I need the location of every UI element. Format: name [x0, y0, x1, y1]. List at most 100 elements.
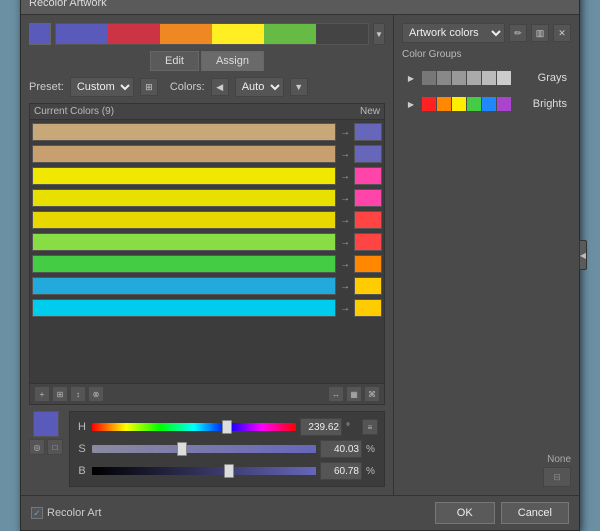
b-row: B 60.78 % [76, 462, 378, 480]
s-value[interactable]: 40.03 [320, 440, 362, 458]
tab-assign[interactable]: Assign [201, 51, 264, 71]
h-value[interactable]: 239.62 [300, 418, 342, 436]
preset-select[interactable]: Custom [70, 77, 134, 97]
preset-icon-btn[interactable]: ⊞ [140, 78, 158, 96]
preview-icons: ◎ □ [29, 439, 63, 455]
colors-icon-btn[interactable]: ▼ [290, 78, 308, 96]
h-unit: ° [346, 422, 358, 433]
bright-swatch-3 [452, 97, 466, 111]
current-bar-5[interactable] [32, 211, 336, 229]
recolor-art-checkbox[interactable]: ✓ [31, 507, 43, 519]
color-row-9: → [32, 298, 382, 318]
gray-swatch-4 [467, 71, 481, 85]
new-box-5[interactable] [354, 211, 382, 229]
preset-row: Preset: Custom ⊞ Colors: ◀ Auto ▼ [29, 77, 385, 97]
link-icon[interactable]: ↔ [328, 386, 344, 402]
hsb-preview-box [33, 411, 59, 437]
bright-swatch-5 [482, 97, 496, 111]
new-box-6[interactable] [354, 233, 382, 251]
new-box-7[interactable] [354, 255, 382, 273]
color-row-8: → [32, 276, 382, 296]
current-bar-3[interactable] [32, 167, 336, 185]
group-grays[interactable]: ▶ Grays [402, 68, 571, 88]
hsb-sliders: H 239.62 ° ≡ S 40.03 [69, 411, 385, 487]
brights-swatches [422, 97, 527, 111]
current-bar-1[interactable] [32, 123, 336, 141]
colors-toolbar: + ⊞ ↕ ⊗ ↔ ▦ ⌘ [30, 383, 384, 404]
new-box-9[interactable] [354, 299, 382, 317]
color-row-1: → [32, 122, 382, 142]
h-label: H [76, 421, 88, 433]
merge-icon[interactable]: ⊗ [88, 386, 104, 402]
current-bar-6[interactable] [32, 233, 336, 251]
reorder-icon[interactable]: ↕ [70, 386, 86, 402]
b-value[interactable]: 60.78 [320, 462, 362, 480]
new-box-8[interactable] [354, 277, 382, 295]
collapse-handle[interactable]: ◀ [579, 240, 587, 270]
new-box-2[interactable] [354, 145, 382, 163]
recolor-artwork-dialog: Recolor Artwork ▼ Edit Assign [20, 0, 580, 531]
b-thumb[interactable] [224, 464, 234, 478]
h-thumb[interactable] [222, 420, 232, 434]
current-bar-7[interactable] [32, 255, 336, 273]
none-box[interactable]: ⊟ [543, 467, 571, 487]
current-colors-label: Current Colors (9) [34, 106, 114, 117]
grid-icon[interactable]: ⊞ [52, 386, 68, 402]
current-bar-2[interactable] [32, 145, 336, 163]
b-slider[interactable] [92, 467, 316, 475]
colors-header: Current Colors (9) New [30, 104, 384, 120]
gray-swatch-5 [482, 71, 496, 85]
bright-swatch-1 [422, 97, 436, 111]
new-box-1[interactable] [354, 123, 382, 141]
strip-seg-6 [316, 24, 368, 44]
right-panel: Artwork colors ✏ ▥ ✕ Color Groups ▶ [394, 15, 579, 495]
toolbar-right-group: ↔ ▦ ⌘ [328, 386, 380, 402]
s-slider[interactable] [92, 445, 316, 453]
none-label: None [547, 454, 571, 465]
artwork-colors-row: Artwork colors ✏ ▥ ✕ [402, 23, 571, 43]
group-brights[interactable]: ▶ Brights [402, 94, 571, 114]
grid2-icon[interactable]: ▦ [346, 386, 362, 402]
preview-icon1[interactable]: ◎ [29, 439, 45, 455]
colors-arrow[interactable]: ◀ [211, 78, 229, 96]
h-slider[interactable] [92, 423, 296, 431]
b-unit: % [366, 466, 378, 477]
delete-icon[interactable]: ✕ [553, 24, 571, 42]
strip-dropdown[interactable]: ▼ [373, 23, 385, 45]
recolor-art-label[interactable]: ✓ Recolor Art [31, 507, 101, 519]
s-thumb[interactable] [177, 442, 187, 456]
strip-seg-2 [108, 24, 160, 44]
arrow-2: → [339, 149, 351, 160]
preview-icon2[interactable]: □ [47, 439, 63, 455]
colors-area: Current Colors (9) New → → [29, 103, 385, 405]
eyedropper-icon[interactable]: ✏ [509, 24, 527, 42]
ok-button[interactable]: OK [435, 502, 495, 524]
artwork-colors-select[interactable]: Artwork colors [402, 23, 505, 43]
colors-select[interactable]: Auto [235, 77, 284, 97]
new-label: New [360, 106, 380, 117]
color-row-2: → [32, 144, 382, 164]
arrow-1: → [339, 127, 351, 138]
tab-edit[interactable]: Edit [150, 51, 199, 71]
add-color-icon[interactable]: + [34, 386, 50, 402]
new-box-4[interactable] [354, 189, 382, 207]
save-icon[interactable]: ▥ [531, 24, 549, 42]
s-unit: % [366, 444, 378, 455]
current-bar-9[interactable] [32, 299, 336, 317]
strip-seg-3 [160, 24, 212, 44]
arrow-4: → [339, 193, 351, 204]
tabs-row: Edit Assign [29, 51, 385, 71]
gray-swatch-6 [497, 71, 511, 85]
color-strip [55, 23, 369, 45]
grays-expand-icon[interactable]: ▶ [406, 73, 416, 83]
current-bar-4[interactable] [32, 189, 336, 207]
h-options[interactable]: ≡ [362, 419, 378, 435]
arrow-6: → [339, 237, 351, 248]
current-bar-8[interactable] [32, 277, 336, 295]
s-label: S [76, 443, 88, 455]
random-icon[interactable]: ⌘ [364, 386, 380, 402]
brights-expand-icon[interactable]: ▶ [406, 99, 416, 109]
colors-list: → → → → [30, 120, 384, 383]
cancel-button[interactable]: Cancel [501, 502, 569, 524]
new-box-3[interactable] [354, 167, 382, 185]
